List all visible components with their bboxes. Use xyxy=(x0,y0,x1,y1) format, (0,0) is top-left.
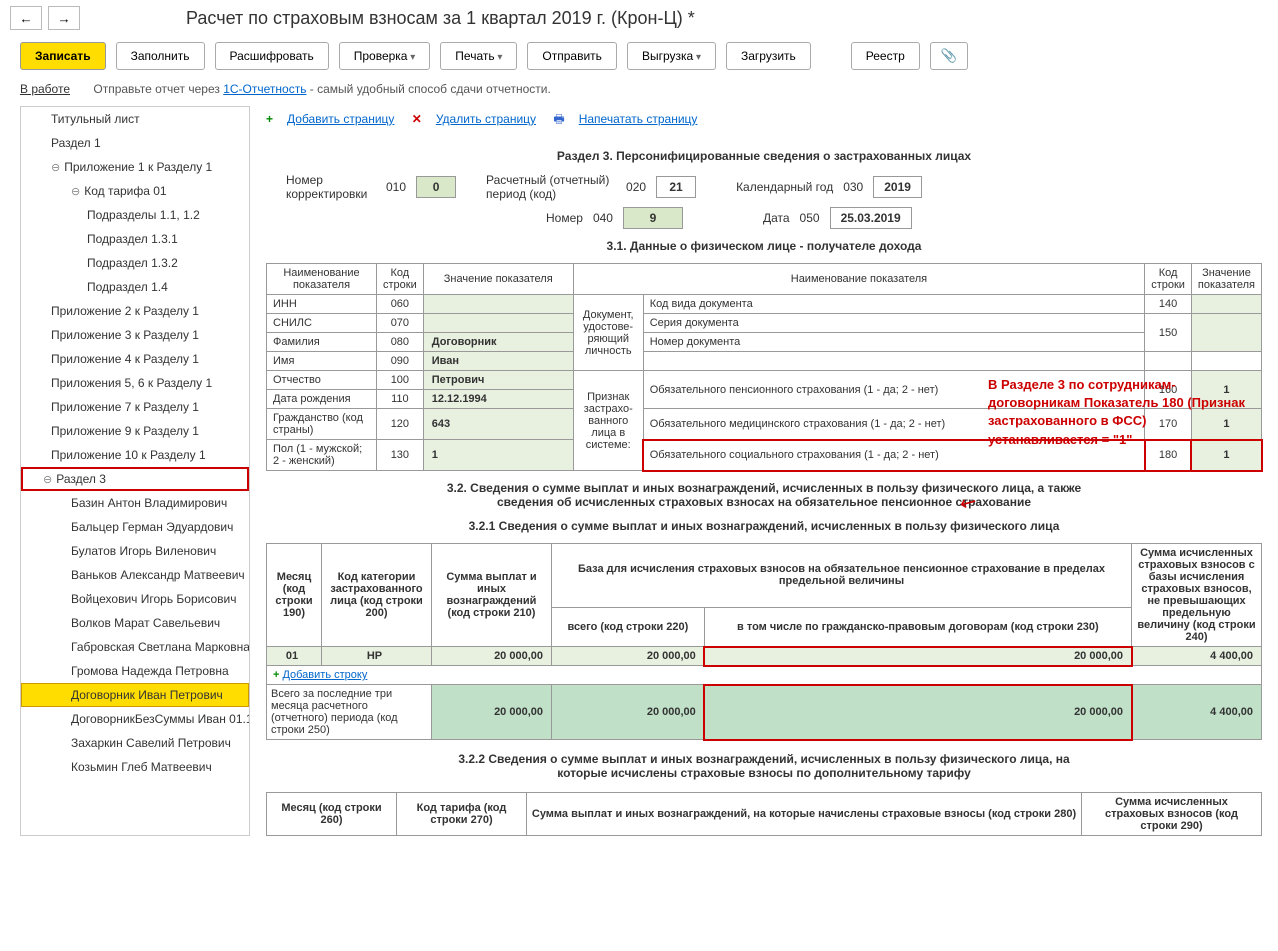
period-label: Расчетный (отчетный) период (код) xyxy=(486,173,616,201)
num-val[interactable]: 9 xyxy=(623,207,683,229)
status-hint1: Отправьте отчет через xyxy=(93,82,223,96)
tree-app10[interactable]: Приложение 10 к Разделу 1 xyxy=(21,443,249,467)
tree-app7[interactable]: Приложение 7 к Разделу 1 xyxy=(21,395,249,419)
send-button[interactable]: Отправить xyxy=(527,42,617,70)
attach-button[interactable]: 📎 xyxy=(930,42,969,70)
tree-sub1112[interactable]: Подразделы 1.1, 1.2 xyxy=(21,203,249,227)
tree-person-4[interactable]: Ваньков Александр Матвеевич xyxy=(21,563,249,587)
registry-button[interactable]: Реестр xyxy=(851,42,920,70)
section3-title: Раздел 3. Персонифицированные сведения о… xyxy=(266,149,1262,163)
download-button[interactable]: Загрузить xyxy=(726,42,811,70)
status-link[interactable]: 1С-Отчетность xyxy=(223,82,306,96)
tree-app2[interactable]: Приложение 2 к Разделу 1 xyxy=(21,299,249,323)
s322-title: 3.2.2 Сведения о сумме выплат и иных воз… xyxy=(454,752,1074,780)
x-icon: ✕ xyxy=(412,112,422,126)
tree-person-9[interactable]: Договорник Иван Петрович xyxy=(21,683,249,707)
tree-app9[interactable]: Приложение 9 к Разделу 1 xyxy=(21,419,249,443)
period-val[interactable]: 21 xyxy=(656,176,696,198)
table-322: Месяц (код строки 260) Код тарифа (код с… xyxy=(266,792,1262,836)
period-code: 020 xyxy=(626,180,646,194)
status-hint2: - самый удобный способ сдачи отчетности. xyxy=(306,82,550,96)
corr-code: 010 xyxy=(386,180,406,194)
save-button[interactable]: Записать xyxy=(20,42,106,70)
tree-app3[interactable]: Приложение 3 к Разделу 1 xyxy=(21,323,249,347)
year-label: Календарный год xyxy=(736,180,833,194)
tree-sub14[interactable]: Подраздел 1.4 xyxy=(21,275,249,299)
sidebar: Титульный лист Раздел 1 Приложение 1 к Р… xyxy=(20,106,250,836)
tree-person-7[interactable]: Габровская Светлана Марковна xyxy=(21,635,249,659)
tree-app56[interactable]: Приложения 5, 6 к Разделу 1 xyxy=(21,371,249,395)
tree-person-3[interactable]: Булатов Игорь Виленович xyxy=(21,539,249,563)
s32-title: 3.2. Сведения о сумме выплат и иных возн… xyxy=(444,481,1084,509)
decode-button[interactable]: Расшифровать xyxy=(215,42,329,70)
s31-title: 3.1. Данные о физическом лице - получате… xyxy=(266,239,1262,253)
check-button[interactable]: Проверка xyxy=(339,42,431,70)
annotation-note: В Разделе 3 по сотрудникам-договорникам … xyxy=(988,376,1258,449)
s321-title: 3.2.1 Сведения о сумме выплат и иных воз… xyxy=(266,519,1262,533)
tree-title[interactable]: Титульный лист xyxy=(21,107,249,131)
tree-person-1[interactable]: Базин Антон Владимирович xyxy=(21,491,249,515)
add-page-link[interactable]: Добавить страницу xyxy=(287,112,394,126)
date-code: 050 xyxy=(800,211,820,225)
tree-person-11[interactable]: Захаркин Савелий Петрович xyxy=(21,731,249,755)
tree-person-10[interactable]: ДоговорникБезСуммы Иван 01.11.1994 xyxy=(21,707,249,731)
corr-val[interactable]: 0 xyxy=(416,176,456,198)
print-icon: 🖶 xyxy=(553,112,564,126)
del-page-link[interactable]: Удалить страницу xyxy=(436,112,536,126)
num-label: Номер xyxy=(546,211,583,225)
print-page-link[interactable]: Напечатать страницу xyxy=(579,112,698,126)
page-title: Расчет по страховым взносам за 1 квартал… xyxy=(186,8,695,29)
num-code: 040 xyxy=(593,211,613,225)
tree-person-12[interactable]: Козьмин Глеб Матвеевич xyxy=(21,755,249,779)
fill-button[interactable]: Заполнить xyxy=(116,42,205,70)
tree-person-5[interactable]: Войцехович Игорь Борисович xyxy=(21,587,249,611)
back-button[interactable]: ← xyxy=(10,6,42,30)
tree-app1[interactable]: Приложение 1 к Разделу 1 xyxy=(21,155,249,179)
upload-button[interactable]: Выгрузка xyxy=(627,42,716,70)
tree-sub131[interactable]: Подраздел 1.3.1 xyxy=(21,227,249,251)
status-label[interactable]: В работе xyxy=(20,82,70,96)
tree-r1[interactable]: Раздел 1 xyxy=(21,131,249,155)
date-label: Дата xyxy=(763,211,790,225)
table-321: Месяц (код строки 190) Код категории зас… xyxy=(266,543,1262,740)
tree-person-8[interactable]: Громова Надежда Петровна xyxy=(21,659,249,683)
plus-icon: + xyxy=(266,112,273,126)
print-button[interactable]: Печать xyxy=(440,42,517,70)
tree-person-6[interactable]: Волков Марат Савельевич xyxy=(21,611,249,635)
tree-sub132[interactable]: Подраздел 1.3.2 xyxy=(21,251,249,275)
tree-person-2[interactable]: Бальцер Герман Эдуардович xyxy=(21,515,249,539)
tree-tarif[interactable]: Код тарифа 01 xyxy=(21,179,249,203)
year-code: 030 xyxy=(843,180,863,194)
tree-app4[interactable]: Приложение 4 к Разделу 1 xyxy=(21,347,249,371)
date-val[interactable]: 25.03.2019 xyxy=(830,207,912,229)
corr-label: Номер корректировки xyxy=(286,173,376,201)
add-row-link[interactable]: Добавить строку xyxy=(282,669,367,681)
year-val[interactable]: 2019 xyxy=(873,176,922,198)
forward-button[interactable]: → xyxy=(48,6,80,30)
tree-r3[interactable]: Раздел 3 xyxy=(21,467,249,491)
content-area: + Добавить страницу ✕ Удалить страницу 🖶 На… xyxy=(250,102,1278,840)
